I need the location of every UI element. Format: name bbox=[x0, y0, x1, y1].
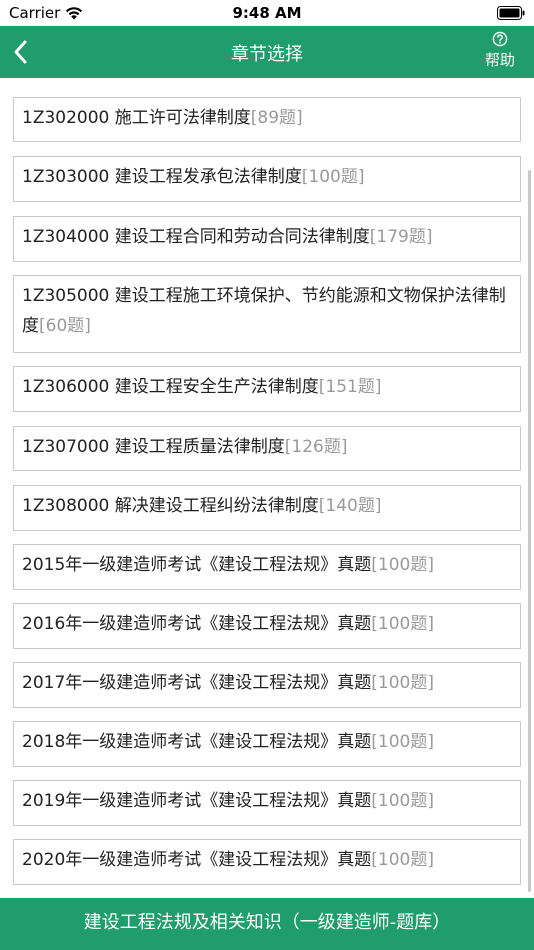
chapter-title: 1Z307000 建设工程质量法律制度 bbox=[22, 437, 285, 457]
question-count: [126题] bbox=[284, 437, 348, 457]
chapter-title: 1Z308000 解决建设工程纠纷法律制度 bbox=[22, 496, 319, 516]
question-count: [151题] bbox=[318, 377, 382, 397]
chapter-item[interactable]: 2019年一级建造师考试《建设工程法规》真题[100题] bbox=[13, 780, 521, 826]
chapter-item[interactable]: 1Z302000 施工许可法律制度[89题] bbox=[13, 97, 521, 142]
question-count: [60题] bbox=[39, 316, 91, 336]
chapter-item[interactable]: 2018年一级建造师考试《建设工程法规》真题[100题] bbox=[13, 721, 521, 767]
footer-title: 建设工程法规及相关知识（一级建造师-题库） bbox=[83, 912, 451, 933]
chapter-title: 2020年一级建造师考试《建设工程法规》真题 bbox=[22, 850, 372, 870]
scrollbar[interactable] bbox=[528, 170, 531, 892]
chapter-item[interactable]: 1Z305000 建设工程施工环境保护、节约能源和文物保护法律制度[60题] bbox=[13, 275, 521, 353]
chapter-item[interactable]: 2015年一级建造师考试《建设工程法规》真题[100题] bbox=[13, 544, 521, 590]
question-count: [100题] bbox=[371, 673, 434, 693]
chapter-item[interactable]: 2020年一级建造师考试《建设工程法规》真题[100题] bbox=[13, 839, 521, 885]
question-circle-icon bbox=[492, 31, 508, 47]
chapter-title: 2019年一级建造师考试《建设工程法规》真题 bbox=[22, 791, 372, 811]
question-count: [100题] bbox=[371, 614, 434, 634]
question-count: [100题] bbox=[371, 791, 434, 811]
chapter-title: 2017年一级建造师考试《建设工程法规》真题 bbox=[22, 673, 372, 693]
chapter-item[interactable]: 2017年一级建造师考试《建设工程法规》真题[100题] bbox=[13, 662, 521, 708]
question-count: [100题] bbox=[301, 167, 365, 187]
chapter-title: 1Z304000 建设工程合同和劳动合同法律制度 bbox=[22, 227, 370, 247]
chapter-title: 1Z302000 施工许可法律制度 bbox=[22, 108, 251, 128]
chapter-title: 2016年一级建造师考试《建设工程法规》真题 bbox=[22, 614, 372, 634]
question-count: [100题] bbox=[371, 850, 434, 870]
chapter-title: 1Z303000 建设工程发承包法律制度 bbox=[22, 167, 302, 187]
question-count: [89题] bbox=[250, 108, 303, 128]
question-count: [100题] bbox=[371, 555, 434, 575]
chapter-list[interactable]: 1Z302000 施工许可法律制度[89题] 1Z303000 建设工程发承包法… bbox=[0, 78, 534, 898]
chapter-item[interactable]: 1Z308000 解决建设工程纠纷法律制度[140题] bbox=[13, 485, 521, 531]
chapter-item[interactable]: 1Z307000 建设工程质量法律制度[126题] bbox=[13, 426, 521, 471]
status-bar: Carrier 9:48 AM bbox=[0, 0, 534, 26]
chapter-title: 2018年一级建造师考试《建设工程法规》真题 bbox=[22, 732, 372, 752]
battery-icon bbox=[497, 6, 525, 20]
chapter-title: 1Z305000 建设工程施工环境保护、节约能源和文物保护法律制度 bbox=[22, 286, 506, 336]
chapter-title: 1Z306000 建设工程安全生产法律制度 bbox=[22, 377, 319, 397]
chapter-item[interactable]: 2016年一级建造师考试《建设工程法规》真题[100题] bbox=[13, 603, 521, 649]
question-count: [179题] bbox=[369, 227, 433, 247]
chapter-item[interactable]: 1Z306000 建设工程安全生产法律制度[151题] bbox=[13, 366, 521, 412]
question-count: [100题] bbox=[371, 732, 434, 752]
clock: 9:48 AM bbox=[232, 4, 302, 22]
question-count: [140题] bbox=[318, 496, 382, 516]
nav-bar: 章节选择 帮助 bbox=[0, 26, 534, 78]
help-label: 帮助 bbox=[484, 51, 515, 69]
help-button[interactable]: 帮助 bbox=[480, 30, 520, 74]
chapter-title: 2015年一级建造师考试《建设工程法规》真题 bbox=[22, 555, 372, 575]
page-title: 章节选择 bbox=[231, 44, 303, 65]
chapter-item[interactable]: 1Z304000 建设工程合同和劳动合同法律制度[179题] bbox=[13, 216, 521, 262]
chapter-item[interactable]: 1Z303000 建设工程发承包法律制度[100题] bbox=[13, 156, 521, 202]
footer-bar: 建设工程法规及相关知识（一级建造师-题库） bbox=[0, 898, 534, 950]
